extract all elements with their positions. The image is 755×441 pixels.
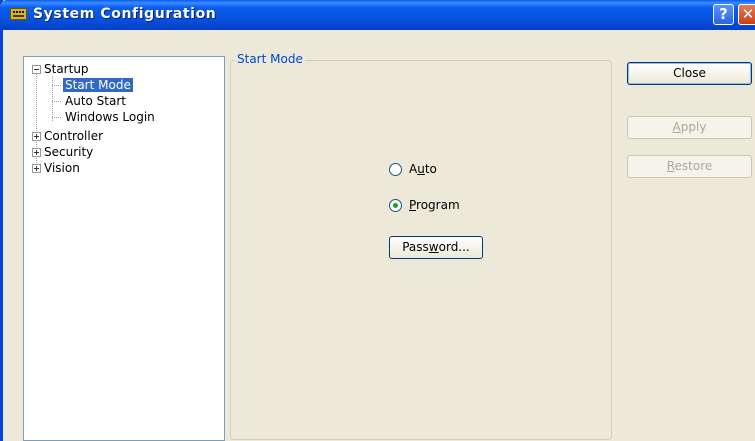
program-radio-label: Program: [409, 198, 460, 212]
tree-connector: [52, 85, 61, 86]
program-radio[interactable]: Program: [389, 197, 460, 213]
restore-button[interactable]: Restore: [627, 155, 752, 178]
auto-radio-circle[interactable]: [389, 162, 402, 176]
app-icon: [10, 8, 27, 20]
tree-item-windows-login[interactable]: Windows Login: [65, 110, 155, 124]
window-title: System Configuration: [33, 6, 217, 22]
auto-radio-label: Auto: [409, 162, 437, 176]
password-button[interactable]: Password...: [389, 236, 483, 259]
close-button[interactable]: Close: [627, 62, 752, 85]
tree-item-vision[interactable]: Vision: [44, 161, 80, 175]
close-icon: ✕: [741, 5, 755, 23]
auto-radio[interactable]: Auto: [389, 161, 437, 177]
help-button[interactable]: ?: [713, 4, 734, 25]
expand-icon[interactable]: [32, 132, 41, 141]
close-window-button[interactable]: ✕: [738, 4, 755, 25]
tree-item-auto-start[interactable]: Auto Start: [65, 94, 126, 108]
tree-connector: [52, 101, 61, 102]
tree-connector: [52, 76, 53, 121]
title-bar[interactable]: System Configuration ? ✕: [0, 0, 755, 30]
tree-item-security[interactable]: Security: [44, 145, 93, 159]
expand-icon[interactable]: [32, 148, 41, 157]
apply-button[interactable]: Apply: [627, 116, 752, 139]
start-mode-group-label: Start Mode: [235, 52, 305, 66]
tree-item-start-mode[interactable]: Start Mode: [63, 78, 133, 92]
system-configuration-window: System Configuration ? ✕ Startup Start M…: [0, 0, 755, 441]
tree-item-startup[interactable]: Startup: [44, 62, 89, 76]
expand-icon[interactable]: [32, 164, 41, 173]
tree-connector: [52, 117, 61, 118]
program-radio-circle[interactable]: [389, 198, 402, 212]
configuration-tree[interactable]: Startup Start Mode Auto Start Windows Lo…: [23, 56, 225, 441]
collapse-icon[interactable]: [32, 65, 41, 74]
tree-item-controller[interactable]: Controller: [44, 129, 103, 143]
help-icon: ?: [719, 5, 728, 23]
